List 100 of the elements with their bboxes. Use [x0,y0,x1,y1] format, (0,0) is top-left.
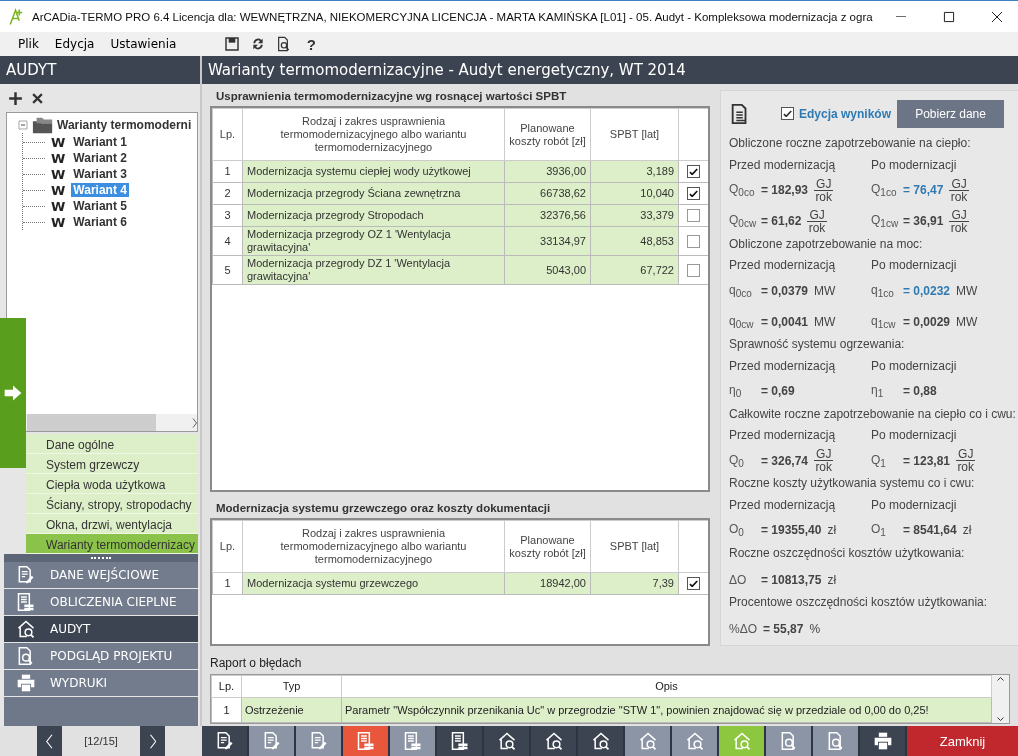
value: = 0,0232 [903,283,951,298]
close-button[interactable]: Zamknij [907,726,1018,756]
checkbox[interactable] [687,187,700,201]
tree-root-label[interactable]: Warianty termomoderni [57,118,192,132]
page-counter: [12/15] [83,735,119,747]
chevron-left-icon [45,733,54,749]
column-label: Przed modernizacją [729,157,836,172]
document-pencil-icon [16,565,36,585]
scrollbar-thumb[interactable] [27,414,156,431]
help-button[interactable]: ? [302,35,321,53]
minimize-icon [896,15,906,18]
module-button[interactable]: AUDYT [4,616,198,643]
table-cell: Modernizacja systemu ciepłej wody użytkowej [242,160,505,183]
window-title: ArCADia-TERMO PRO 6.4 Licencja dla: WEWNĘTRZNA, NIEKOMERCYJNA LICENCJA - MARTA KAMIŃSKA [L01] - 05. Audyt - Kompleksowa modernizacja z ogra [32,10,874,23]
toolbar-button[interactable] [719,726,766,756]
toolbar-button[interactable] [484,726,531,756]
unit: GJ rok [949,177,969,203]
unit: zł [827,523,837,538]
toolbar-button[interactable] [296,726,343,756]
checkbox-label[interactable]: Edycja wyników [799,106,892,121]
tree-item[interactable]: Wariant 2 [71,151,129,165]
toolbar-button[interactable] [813,726,860,756]
check-icon [688,580,699,588]
toolbar-button[interactable] [531,726,578,756]
table-cell: 5043,00 [504,255,591,285]
table-cell: 2 [212,182,243,205]
scroll-up-icon[interactable] [997,677,1004,681]
checkbox[interactable] [687,234,700,248]
column-label: Po modernizacji [871,258,957,273]
module-button[interactable]: WYDRUKI [4,670,198,697]
table-cell: 48,853 [590,226,679,256]
chevron-right-icon [148,733,157,749]
table-icon [16,592,36,612]
checkbox[interactable] [687,165,700,179]
table-cell: Modernizacja przegrody OZ 1 'Wentylacja grawitacyjna' [242,226,505,256]
table-title: Modernizacja systemu grzewczego oraz koszty dokumentacji [215,502,552,516]
module-button[interactable]: OBLICZENIA CIEPLNE [4,589,198,616]
tree-item[interactable]: Wariant 5 [71,199,129,213]
printer-icon [872,731,893,751]
section-item[interactable]: Okna, drzwi, wentylacja [26,514,198,534]
house-magnifier-icon [590,731,611,751]
table-cell: 3 [212,204,243,227]
section-item[interactable]: Dane ogólne [26,434,198,454]
toolbar-button[interactable] [766,726,813,756]
checkbox[interactable] [687,577,700,591]
toolbar-button[interactable] [860,726,907,756]
section-title: Obliczone roczne zapotrzebowanie na ciepło: [729,136,972,153]
expand-tab[interactable] [0,318,26,468]
unit: MW [956,283,978,298]
scroll-down-icon[interactable] [997,717,1004,721]
unit: GJ rok [949,208,969,234]
menu-item[interactable]: Plik [10,35,47,53]
tree-item[interactable]: Wariant 1 [71,135,129,149]
symbol: Q$_{1co}$ [871,181,897,199]
value: = 36,91 [903,214,944,229]
table-icon [449,731,470,751]
toolbar-button[interactable] [437,726,484,756]
toolbar-button[interactable] [578,726,625,756]
unit: MW [956,314,978,329]
checkbox[interactable] [687,209,700,223]
tree-item[interactable]: Wariant 3 [71,167,129,181]
column-label: Po modernizacji [871,497,957,512]
previous-button[interactable] [37,726,62,756]
house-magnifier-icon [637,731,658,751]
symbol: Q$_{0}$ [729,452,745,470]
section-item[interactable]: Ciepła woda użytkowa [26,474,198,494]
next-button[interactable] [140,726,165,756]
unit: % [809,622,821,637]
house-magnifier-icon [731,731,752,751]
table-cell: 1 [211,697,242,723]
check-icon [782,109,793,118]
save-icon[interactable] [224,36,241,52]
module-button[interactable]: DANE WEJŚCIOWE [4,562,198,589]
toolbar-button[interactable] [625,726,672,756]
checkbox[interactable] [781,107,794,121]
section-item[interactable]: Ściany, stropy, stropodachy [26,494,198,514]
module-button[interactable]: PODGLĄD PROJEKTU [4,643,198,670]
menu-item[interactable]: Edycja [46,35,103,53]
table-cell: 33134,97 [504,226,591,256]
menu-item[interactable]: Ustawienia [102,35,185,53]
add-icon[interactable] [7,89,24,107]
section-title: Sprawność systemu ogrzewania: [729,337,906,354]
resize-handle[interactable] [4,554,198,562]
table-cell: Modernizacja przegrody Ściana zewnętrzna [242,182,505,205]
section-item[interactable]: Warianty termomodernizacy [26,534,198,554]
tree-item[interactable]: Wariant 6 [71,215,129,229]
fetch-data-button[interactable]: Pobierz dane [897,99,1005,128]
toolbar-button[interactable] [672,726,719,756]
toolbar-button[interactable] [343,726,390,756]
toolbar-button[interactable] [249,726,296,756]
toolbar-button[interactable] [390,726,437,756]
section-title: Całkowite roczne zapotrzebowanie na ciepło co i cwu: [729,406,1016,423]
unit: GJ rok [807,208,827,234]
table-cell: Modernizacja przegrody DZ 1 'Wentylacja grawitacyjna' [242,255,505,285]
toolbar-button[interactable] [202,726,249,756]
checkbox[interactable] [687,263,700,277]
column-label: Po modernizacji [871,157,957,172]
variant-icon: W [51,198,66,214]
section-item[interactable]: System grzewczy [26,454,198,474]
scroll-right-icon[interactable] [192,417,197,428]
